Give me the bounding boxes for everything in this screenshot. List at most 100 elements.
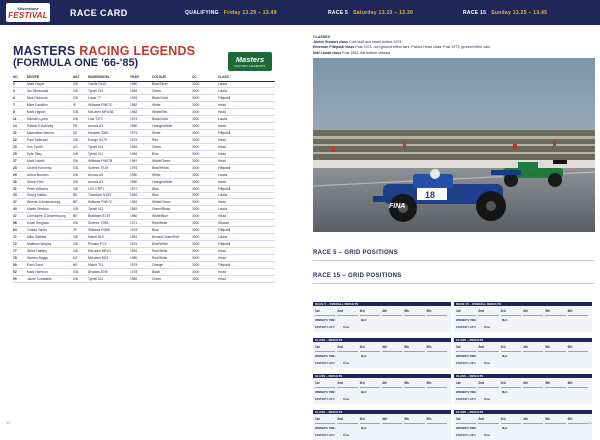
table-row: 90 Paul Grant BE March 711 1978 Orange 3000 Fit… [13, 261, 275, 269]
position-label: 3rd [359, 417, 380, 424]
cell-class: Fittipaldi [218, 261, 275, 269]
table-header-row: NO DRIVER NAT MAKE/MODEL YEAR COLOUR CC … [13, 74, 275, 82]
cell-year: 1979 [130, 136, 152, 144]
cell-colour: Blue [152, 185, 192, 193]
cell-nat: GB [73, 171, 88, 179]
cell-colour: Red/White [152, 247, 192, 255]
cell-driver: Mike Cantillon [27, 101, 73, 110]
cell-no: 99 [13, 275, 27, 283]
results-box-title: RACE 5 – OVERALL RESULTS [315, 302, 359, 306]
positions-row: 1st 2nd 3rd 4th 5th 6th [315, 345, 449, 352]
cell-year: 1980 [130, 212, 152, 221]
cell-nat: GB [73, 87, 88, 96]
position-label: 2nd [478, 309, 499, 316]
divider [313, 283, 595, 284]
cell-cc: 3000 [192, 101, 218, 110]
cell-colour: Green [152, 143, 192, 151]
cell-cc: 3000 [192, 275, 218, 283]
cell-colour: White [152, 129, 192, 137]
cell-cc: 3000 [192, 136, 218, 144]
results-box: RACE 5 – OVERALL RESULTS 1st 2nd 3rd 4th 5th 6… [313, 302, 451, 332]
cell-cc: 3000 [192, 212, 218, 221]
cell-class: Head [218, 275, 275, 283]
cell-class: Fittipaldi [218, 185, 275, 193]
position-label: 5th [545, 345, 566, 352]
cell-driver: Kyle Tilley [27, 150, 73, 158]
lap-label: FASTEST LAP # [456, 326, 476, 329]
cell-class: Head [218, 178, 275, 186]
cell-class: Lauda [218, 192, 275, 200]
cell-no: 90 [13, 261, 27, 269]
cell-make: Arrows A3 [88, 178, 130, 186]
positions-row: 1st 2nd 3rd 4th 5th 6th [315, 381, 449, 388]
time-label: Time [484, 398, 491, 401]
cell-driver: Ewen Sergison [27, 219, 73, 228]
cell-class: Head [218, 108, 275, 117]
cell-make: Shadow DN9 [88, 268, 130, 276]
cell-year: 1982 [130, 150, 152, 158]
cell-no: 27 [13, 157, 27, 165]
cell-nat: GB [73, 150, 88, 158]
positions-row: 1st 2nd 3rd 4th 5th 6th [456, 309, 590, 316]
position-label: 4th [381, 309, 403, 316]
cell-nat: GB [73, 205, 88, 214]
table-row: 23 Ken Tyrrell US Tyrrell 011 1982 Green 3000 H… [13, 143, 275, 151]
race-photo-illustration: 18 FINA [313, 58, 595, 232]
table-row: 31 Peter Williams GB LEC CRP1 1977 Blue 3000 Fi… [13, 185, 275, 193]
cell-make: Tyrrell 012 [88, 205, 130, 214]
position-label: 4th [522, 381, 544, 388]
cell-year: 1980 [130, 254, 152, 262]
cell-year: 1978 [130, 268, 152, 276]
winner-label: WINNER'S TIME: [315, 427, 336, 430]
cell-class: Fittipaldi [218, 226, 275, 235]
cell-year: 1981 [130, 247, 152, 255]
table-row: 37 Werner D'Ansembourg BE Williams FW07C 198… [13, 198, 275, 207]
cell-colour: Black/Gold [152, 94, 192, 103]
cell-driver: Ian Simmonds [27, 87, 73, 96]
speed-label: Mph [502, 355, 508, 358]
cell-cc: 3000 [192, 233, 218, 242]
cell-no: 3 [13, 87, 27, 96]
cell-no: 31 [13, 185, 27, 193]
cell-cc: 3000 [192, 129, 218, 137]
results-box-title: RACE 15 – OVERALL RESULTS [456, 302, 501, 306]
cell-class: Head [218, 254, 275, 262]
page-number-right: 11 [588, 420, 593, 425]
cell-nat: JP [73, 226, 88, 235]
session-qualifying: QUALIFYING Friday 13.29 – 13.49 [185, 10, 277, 16]
cell-make: Brabham BT49 [88, 212, 130, 221]
lap-label: FASTEST LAP # [315, 434, 335, 437]
position-label: 6th [426, 381, 447, 388]
cell-make: Lola T370 [88, 115, 130, 124]
cell-no: 77 [13, 247, 27, 255]
cell-colour: Red/White [152, 219, 192, 228]
positions-row: 1st 2nd 3rd 4th 5th 6th [456, 381, 590, 388]
cell-class: Fittipaldi [218, 240, 275, 248]
lap-label: FASTEST LAP # [456, 398, 476, 401]
cell-no: 7 [13, 101, 27, 110]
cell-make: Williams FW07B [88, 157, 130, 165]
cell-class: Head [218, 150, 275, 158]
cell-driver: Warren Briggs [27, 254, 73, 262]
position-label: 3rd [500, 417, 521, 424]
positions-row: 1st 2nd 3rd 4th 5th 6th [315, 417, 449, 424]
position-label: 6th [426, 417, 447, 424]
cell-class: Head [218, 136, 275, 144]
table-row: 71 Mike Griffiths GB March 81C 1981 Brown/Cre… [13, 233, 275, 242]
table-row: 33 Georg Hallau BE Theodore N183 1983 Blue 300… [13, 192, 275, 200]
cell-nat: GB [73, 108, 88, 117]
position-label: 2nd [337, 309, 358, 316]
cell-cc: 3000 [192, 178, 218, 186]
cell-make: Tyrrell 012 [88, 87, 130, 96]
cell-year: 1982 [130, 101, 152, 110]
cell-year: 1980 [130, 171, 152, 179]
cell-colour: Blue/White [152, 240, 192, 248]
festival-logo: Silverstone FESTIVAL [6, 3, 50, 22]
cell-year: 1978 [130, 261, 152, 269]
cell-year: 1982 [130, 108, 152, 117]
col-year: YEAR [130, 74, 152, 82]
cell-year: 1978 [130, 226, 152, 235]
cell-colour: White [152, 171, 192, 179]
cell-class: Head [218, 247, 275, 255]
cell-class: Lauda [218, 115, 275, 124]
